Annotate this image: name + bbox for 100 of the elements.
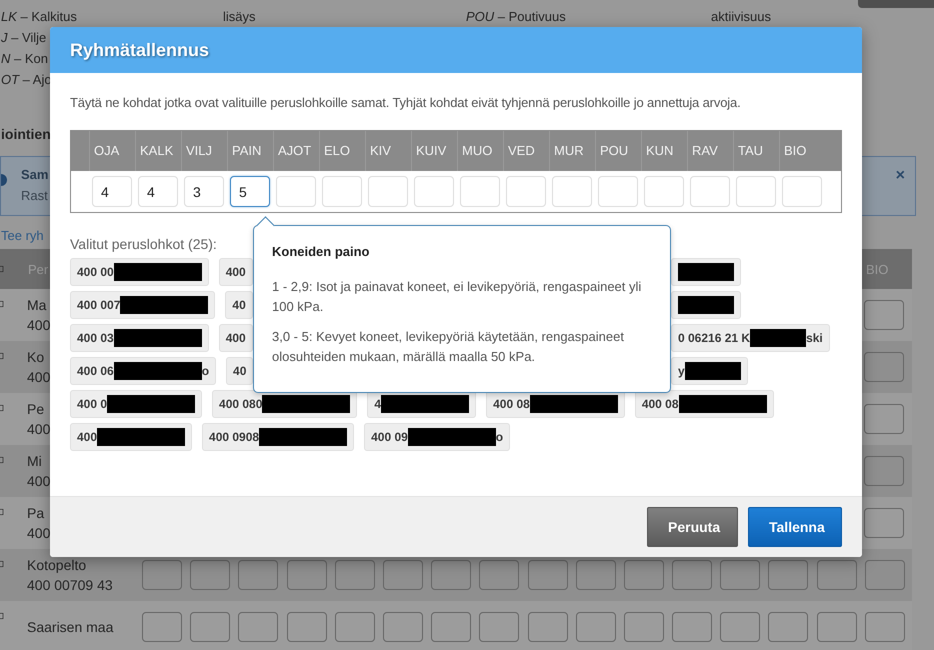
tag-label: 400 0 [77,397,108,411]
column-header: MUR [550,131,596,171]
tooltip-text: 3,0 - 5: Kevyet koneet, levikepyöriä käytetään, rengaspaineet olosuhteiden mukaan, märällä maalla 50 kPa. [272,328,625,366]
column-header: OJA [90,131,136,171]
value-field[interactable] [382,612,423,642]
save-button[interactable]: Tallenna [748,507,842,547]
column-header: TAU [734,131,780,171]
value-field[interactable] [334,560,375,590]
block-name: Saarisen maa [27,619,114,635]
tag-label: 400 00 [77,265,114,279]
value-field[interactable] [142,560,182,590]
tag-label: 40 [233,364,246,378]
tag-label: ski [806,331,823,345]
value-field[interactable] [238,560,278,590]
checkbox-icon[interactable] [0,299,6,309]
value-field[interactable] [576,612,616,642]
block-name: Pa [27,505,44,521]
tooltip-text: 1 - 2,9: Isot ja painavat koneet, ei levikepyöriä, rengaspaineet yli 100 kPa. [272,278,642,316]
selected-count-label: Valitut peruslohkot (25): [70,236,217,252]
value-field[interactable] [431,612,472,642]
column-header: ELO [320,131,366,171]
value-field[interactable] [286,560,327,590]
alert-title: Sam [21,167,48,182]
tag-label: 400 0908 [209,430,260,444]
column-header: PAIN [228,131,274,171]
alert-text: Rast [21,188,48,203]
legend-text: J – Vilje [1,29,46,47]
block-code: 400 [27,369,50,385]
value-field[interactable] [479,612,520,642]
column-header: MUO [458,131,504,171]
dialog-title: Ryhmätallennus [70,40,210,60]
value-field[interactable]: 3 [184,176,224,207]
value-field[interactable] [334,612,375,642]
legend-text: N – Kon [1,50,48,68]
tag-label: 400 [77,430,98,444]
block-name: Ma [27,297,46,313]
value-field[interactable]: 4 [138,176,178,207]
column-header: AJOT [274,131,320,171]
value-field[interactable] [528,612,568,642]
value-field[interactable] [864,404,904,434]
value-field[interactable] [864,300,904,330]
checkbox-icon[interactable] [0,403,6,413]
value-field[interactable] [238,612,278,642]
value-field[interactable] [576,560,616,590]
column-header: KALK [136,131,182,171]
value-field[interactable]: 4 [92,176,132,207]
checkbox-icon[interactable] [0,507,6,517]
value-field[interactable] [864,560,905,590]
legend-text: lisäys [223,8,256,26]
block-name: Mi [27,453,42,469]
block-code: 400 [27,473,50,489]
value-field[interactable] [864,508,904,538]
value-field[interactable] [720,560,760,590]
tag-label: 400 08 [642,397,679,411]
value-field[interactable] [768,612,808,642]
checkbox-icon[interactable] [0,264,6,274]
value-field[interactable] [864,456,904,486]
column-header: VILJ [182,131,228,171]
block-name: Ko [27,349,44,365]
value-field[interactable] [286,612,327,642]
tag-label: 40 [232,298,246,312]
column-header: VED [504,131,550,171]
value-field[interactable] [431,560,472,590]
tag-label: 400 08 [493,397,530,411]
value-field[interactable] [672,612,712,642]
value-field[interactable] [190,612,230,642]
tag-label: o [202,364,210,378]
value-field[interactable] [720,612,760,642]
checkbox-icon[interactable] [0,351,6,361]
value-field[interactable] [864,612,905,642]
block-name: Kotopelto [27,557,86,573]
column-header: KUIV [412,131,458,171]
legend-text: aktiivisuus [711,8,771,26]
value-field[interactable] [816,560,857,590]
value-field[interactable] [528,560,568,590]
column-header: KUN [642,131,688,171]
value-field[interactable] [624,612,664,642]
value-field[interactable] [479,560,520,590]
checkbox-icon[interactable] [0,559,6,569]
value-field[interactable] [624,560,664,590]
checkbox-icon[interactable] [0,611,6,621]
tag-label: 400 03 [77,331,114,345]
column-header: KIV [366,131,412,171]
value-field[interactable] [190,560,230,590]
block-code: 400 [27,421,50,437]
tag-label: 4 [374,397,382,411]
cancel-button[interactable]: Peruuta [647,507,738,547]
tag-label: o [496,430,504,444]
value-field[interactable] [768,560,808,590]
tag-label: 400 [226,265,246,279]
value-field[interactable] [382,560,423,590]
block-name: Pe [27,401,44,417]
value-field[interactable] [864,352,904,382]
checkbox-icon[interactable] [0,455,6,465]
value-field[interactable] [142,612,182,642]
column-header: BIO [783,142,808,160]
tag-label: 400 007 [77,298,120,312]
value-field[interactable] [672,560,712,590]
value-field[interactable] [816,612,857,642]
value-field[interactable]: 5 [230,176,270,207]
